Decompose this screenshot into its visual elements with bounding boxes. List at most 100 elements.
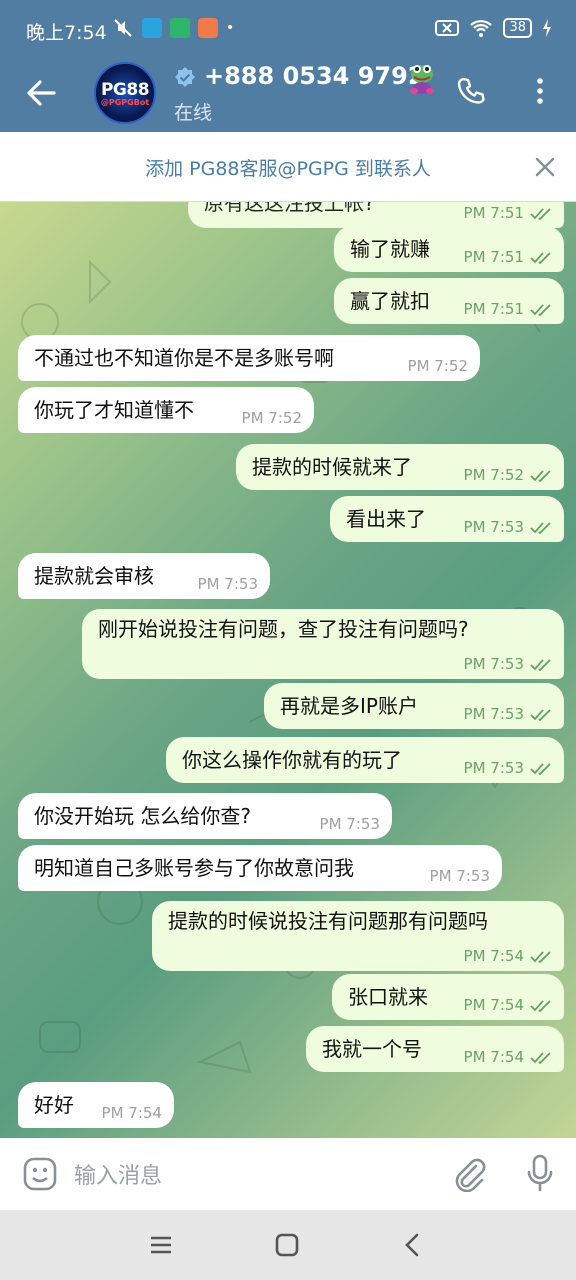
menu-icon[interactable] [148,1232,174,1258]
message-bubble[interactable]: 原有这这注投上帐? PM 7:51 [188,202,564,228]
message-time-text: PM 7:53 [463,655,524,673]
avatar[interactable]: PG88 @PGPGBot [94,62,156,124]
message-text: 提款就会审核 [34,564,154,588]
message-bubble[interactable]: 你没开始玩 怎么给你查? PM 7:53 [18,793,392,839]
message-time: PM 7:51 [464,242,552,272]
message-input[interactable]: 输入消息 [74,1158,162,1190]
message-time: PM 7:54 [464,990,552,1020]
message-time-text: PM 7:53 [319,815,380,833]
message-text: 提款的时候说投注有问题那有问题吗 [168,909,488,933]
home-icon[interactable] [274,1232,300,1258]
message-time: PM 7:54 [464,1042,552,1072]
message-text: 张口就来 [348,985,428,1009]
message-bubble[interactable]: 不通过也不知道你是不是多账号啊 PM 7:52 [18,335,480,381]
read-receipt-icon [524,248,552,266]
message-time: PM 7:54 [464,941,552,971]
message-time-text: PM 7:51 [463,248,524,266]
message-bubble[interactable]: 看出来了 PM 7:53 [330,496,564,542]
message-time-text: PM 7:53 [429,867,490,885]
read-receipt-icon [524,947,552,965]
read-receipt-icon [524,466,552,484]
message-bubble[interactable]: 提款就会审核 PM 7:53 [18,553,270,599]
wifi-icon [470,20,493,37]
read-receipt-icon [524,655,552,673]
close-icon[interactable] [534,156,556,178]
message-time-text: PM 7:52 [241,409,302,427]
message-bubble[interactable]: 提款的时候说投注有问题那有问题吗 PM 7:54 [152,901,564,971]
message-text: 看出来了 [346,507,426,531]
frog-emoji-icon [410,65,434,94]
message-time: PM 7:53 [430,861,490,891]
back-arrow-icon[interactable] [24,76,58,110]
more-icon[interactable] [530,76,550,106]
status-bar: 晚上7:54 • 38 [0,0,576,60]
read-receipt-icon [524,759,552,777]
message-time-text: PM 7:53 [197,575,258,593]
message-text: 输了就赚 [350,237,430,261]
message-text: 不通过也不知道你是不是多账号啊 [34,346,334,370]
message-time-text: PM 7:52 [407,357,468,375]
message-text: 刚开始说投注有问题，查了投注有问题吗? [98,617,469,641]
message-time: PM 7:52 [408,351,468,381]
message-bubble[interactable]: 刚开始说投注有问题，查了投注有问题吗? PM 7:53 [82,609,564,679]
message-text: 明知道自己多账号参与了你故意问我 [34,856,354,880]
message-time-text: PM 7:53 [463,759,524,777]
message-text: 好好 [34,1093,74,1117]
nav-back-icon[interactable] [400,1232,426,1258]
message-bubble[interactable]: 再就是多IP账户 PM 7:53 [264,683,564,729]
message-time-text: PM 7:51 [463,204,524,222]
status-notifications: • [112,18,234,38]
add-contact-link[interactable]: 添加 PG88客服@PGPG 到联系人 [0,154,576,181]
message-bubble[interactable]: 你这么操作你就有的玩了 PM 7:53 [166,737,564,783]
chat-header: PG88 @PGPGBot +888 0534 9792 在线 [0,60,576,132]
message-time-text: PM 7:53 [463,518,524,536]
call-icon[interactable] [456,76,486,106]
telegram-notif-icon [142,18,162,38]
message-time: PM 7:51 [464,202,552,228]
message-bubble[interactable]: 明知道自己多账号参与了你故意问我 PM 7:53 [18,845,502,891]
message-time: PM 7:53 [464,649,552,679]
app-notif-icon [170,18,190,38]
message-time: PM 7:54 [102,1098,162,1128]
message-bubble[interactable]: 我就一个号 PM 7:54 [306,1026,564,1072]
sim-icon [435,20,460,36]
message-text: 你这么操作你就有的玩了 [182,748,402,772]
read-receipt-icon [524,996,552,1014]
message-bubble[interactable]: 输了就赚 PM 7:51 [334,226,564,272]
emoji-icon[interactable] [22,1156,58,1192]
read-receipt-icon [524,1048,552,1066]
message-time: PM 7:53 [320,809,380,839]
message-time-text: PM 7:54 [463,1048,524,1066]
message-time-text: PM 7:52 [463,466,524,484]
message-text: 你玩了才知道懂不 [34,398,194,422]
message-input-bar: 输入消息 [0,1138,576,1210]
mic-icon[interactable] [526,1154,554,1192]
status-time: 晚上7:54 [26,22,107,44]
message-text: 再就是多IP账户 [280,694,418,718]
message-time: PM 7:53 [198,569,258,599]
chat-title[interactable]: +888 0534 9792 [204,62,425,90]
system-nav-bar [0,1210,576,1280]
message-text: 我就一个号 [322,1037,422,1061]
message-text: 你没开始玩 怎么给你查? [34,804,251,828]
message-time-text: PM 7:51 [463,300,524,318]
add-contact-bar: 添加 PG88客服@PGPG 到联系人 [0,132,576,202]
message-time-text: PM 7:54 [101,1104,162,1122]
read-receipt-icon [524,204,552,222]
message-bubble[interactable]: 张口就来 PM 7:54 [332,974,564,1020]
verified-icon [175,67,195,87]
avatar-text: PG88 [100,79,150,100]
message-time: PM 7:52 [242,403,302,433]
dot-icon: • [226,20,235,36]
attach-icon[interactable] [452,1156,486,1192]
read-receipt-icon [524,705,552,723]
chat-status: 在线 [174,102,213,124]
charging-icon [543,19,551,37]
message-bubble[interactable]: 提款的时候就来了 PM 7:52 [236,444,564,490]
message-bubble[interactable]: 你玩了才知道懂不 PM 7:52 [18,387,314,433]
message-bubble[interactable]: 赢了就扣 PM 7:51 [334,278,564,324]
chat-area[interactable]: 原有这这注投上帐? PM 7:51 输了就赚 PM 7:51 赢了就扣 PM 7:51 不通… [0,202,576,1138]
message-time: PM 7:51 [464,294,552,324]
message-time: PM 7:52 [464,460,552,490]
message-bubble[interactable]: 好好 PM 7:54 [18,1082,174,1128]
